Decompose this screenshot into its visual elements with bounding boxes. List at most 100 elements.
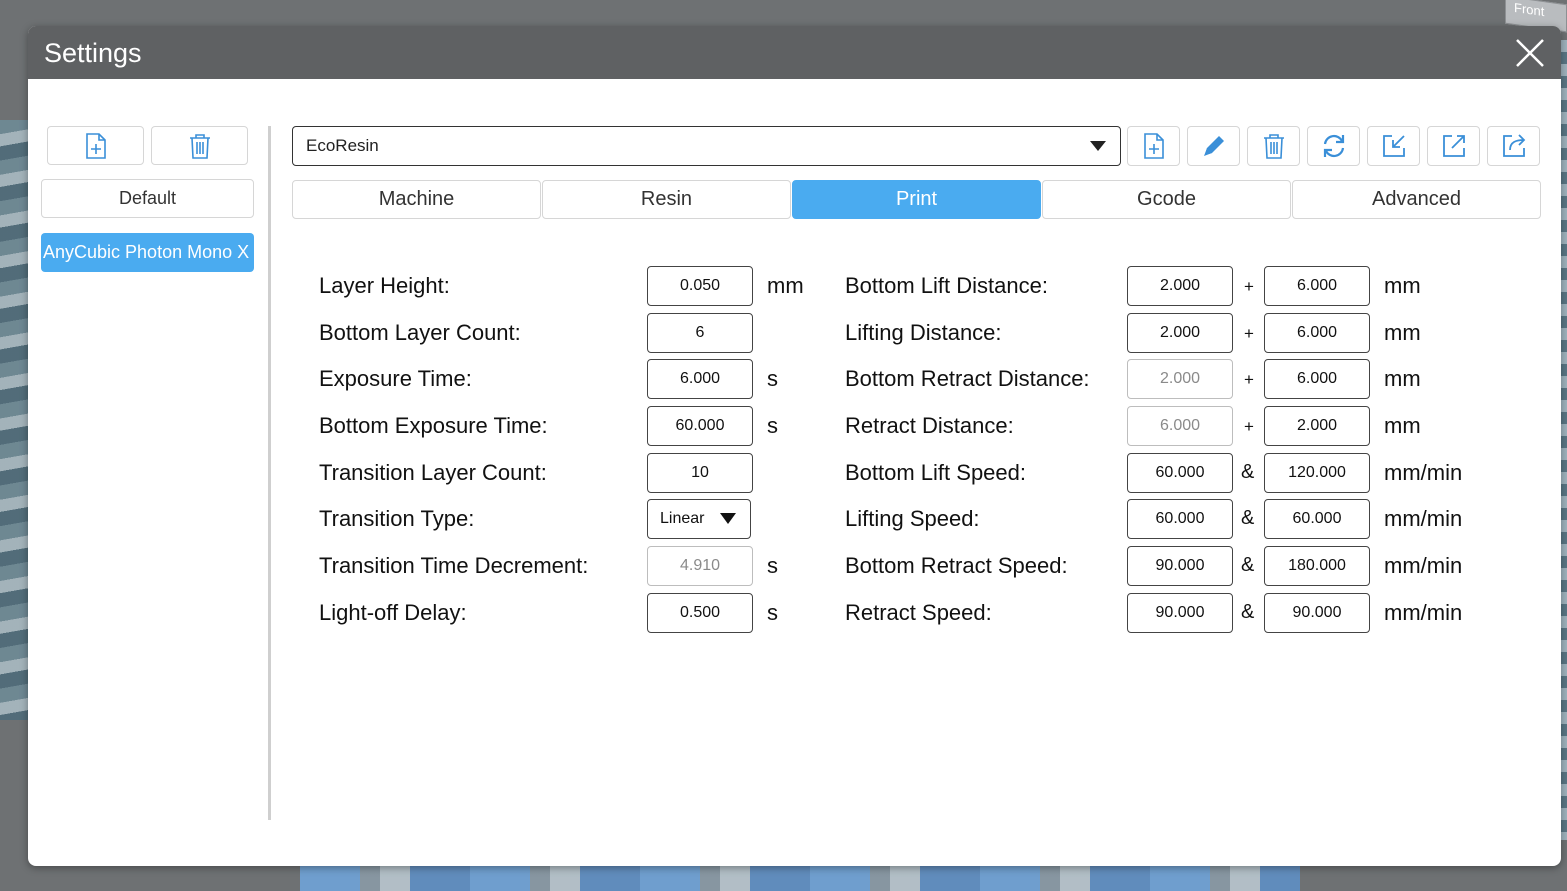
layer-height-label: Layer Height: xyxy=(319,273,450,298)
export-icon xyxy=(1442,135,1465,157)
tab-label: Machine xyxy=(378,188,455,210)
bottom-retract-speed-input-2[interactable]: 180.000 xyxy=(1264,546,1370,586)
bottom-lift-distance-input-1[interactable]: 2.000 xyxy=(1127,266,1233,306)
bottom-lift-speed-label: Bottom Lift Speed: xyxy=(845,460,1026,485)
new-preset-button[interactable] xyxy=(47,126,144,165)
layer-height-input[interactable]: 0.050 xyxy=(647,266,753,306)
dialog-title: Settings xyxy=(44,38,142,68)
retract-distance-input-1: 6.000 xyxy=(1127,406,1233,446)
transition-time-decrement-input: 4.910 xyxy=(647,546,753,586)
export-resin-profile-button[interactable] xyxy=(1427,126,1480,166)
exposure-time-input[interactable]: 6.000 xyxy=(647,359,753,399)
retract-speed-unit: mm/min xyxy=(1384,600,1463,625)
import-resin-profile-button[interactable] xyxy=(1367,126,1420,166)
retract-distance-unit: mm xyxy=(1384,413,1421,438)
plus-separator: + xyxy=(1244,324,1254,343)
close-button[interactable] xyxy=(1513,36,1547,70)
share-icon xyxy=(1502,134,1525,157)
bottom-exposure-time-unit: s xyxy=(767,413,778,438)
lifting-speed-input-2[interactable]: 60.000 xyxy=(1264,499,1370,539)
settings-tabs: Machine Resin Print Gcode Advanced xyxy=(292,180,1541,219)
retract-distance-input-2[interactable]: 2.000 xyxy=(1264,406,1370,446)
new-file-icon xyxy=(85,132,106,159)
bottom-lift-distance-unit: mm xyxy=(1384,273,1421,298)
trash-icon xyxy=(189,133,210,159)
preset-item-label: Default xyxy=(118,188,177,208)
tab-print[interactable]: Print xyxy=(792,180,1041,219)
delete-resin-profile-button[interactable] xyxy=(1247,126,1300,166)
edit-resin-profile-button[interactable] xyxy=(1187,126,1240,166)
lifting-speed-unit: mm/min xyxy=(1384,506,1463,531)
transition-time-decrement-label: Transition Time Decrement: xyxy=(319,553,589,578)
lifting-distance-input-2[interactable]: 6.000 xyxy=(1264,313,1370,353)
plus-separator: + xyxy=(1244,277,1254,296)
bottom-retract-distance-input-2[interactable]: 6.000 xyxy=(1264,359,1370,399)
bottom-retract-speed-unit: mm/min xyxy=(1384,553,1463,578)
panel-divider xyxy=(268,126,271,820)
tab-label: Resin xyxy=(640,188,693,210)
bottom-lift-distance-input-2[interactable]: 6.000 xyxy=(1264,266,1370,306)
layer-height-unit: mm xyxy=(767,273,804,298)
tab-resin[interactable]: Resin xyxy=(542,180,791,219)
transition-layer-count-input[interactable]: 10 xyxy=(647,453,753,493)
new-resin-profile-button[interactable] xyxy=(1127,126,1180,166)
retract-distance-label: Retract Distance: xyxy=(845,413,1014,438)
tab-label: Print xyxy=(895,188,938,210)
exposure-time-unit: s xyxy=(767,366,778,391)
bottom-lift-speed-input-1[interactable]: 60.000 xyxy=(1127,453,1233,493)
close-icon xyxy=(1516,39,1544,67)
refresh-icon xyxy=(1323,134,1344,158)
retract-speed-input-1[interactable]: 90.000 xyxy=(1127,593,1233,633)
retract-speed-input-2[interactable]: 90.000 xyxy=(1264,593,1370,633)
edit-pencil-icon xyxy=(1203,136,1224,156)
bottom-lift-speed-input-2[interactable]: 120.000 xyxy=(1264,453,1370,493)
refresh-resin-profile-button[interactable] xyxy=(1307,126,1360,166)
tab-label: Advanced xyxy=(1372,188,1461,210)
plus-separator: + xyxy=(1244,417,1254,436)
background-model-bottom xyxy=(300,865,1300,891)
bottom-layer-count-input[interactable]: 6 xyxy=(647,313,753,353)
preset-item-default[interactable]: Default xyxy=(41,179,254,218)
bottom-retract-speed-input-1[interactable]: 90.000 xyxy=(1127,546,1233,586)
tab-advanced[interactable]: Advanced xyxy=(1292,180,1541,219)
lifting-speed-input-1[interactable]: 60.000 xyxy=(1127,499,1233,539)
light-off-delay-input[interactable]: 0.500 xyxy=(647,593,753,633)
ampersand-separator: & xyxy=(1241,554,1255,576)
bottom-exposure-time-input[interactable]: 60.000 xyxy=(647,406,753,446)
trash-icon xyxy=(1263,134,1284,159)
settings-dialog: Settings Default AnyCubic Photon Mono X … xyxy=(28,26,1561,866)
transition-time-decrement-unit: s xyxy=(767,553,778,578)
delete-preset-button[interactable] xyxy=(151,126,248,165)
lifting-distance-unit: mm xyxy=(1384,320,1421,345)
ampersand-separator: & xyxy=(1241,507,1255,529)
dropdown-arrow-icon xyxy=(720,513,736,524)
light-off-delay-label: Light-off Delay: xyxy=(319,600,467,625)
bottom-lift-distance-label: Bottom Lift Distance: xyxy=(845,273,1048,298)
dialog-titlebar: Settings xyxy=(28,26,1561,79)
new-file-icon xyxy=(1143,133,1164,159)
bottom-retract-distance-input-1: 2.000 xyxy=(1127,359,1233,399)
exposure-time-label: Exposure Time: xyxy=(319,366,472,391)
preset-item-anycubic-photon-mono-x[interactable]: AnyCubic Photon Mono X xyxy=(41,233,254,272)
tab-label: Gcode xyxy=(1137,188,1196,210)
ampersand-separator: & xyxy=(1241,461,1255,483)
bottom-lift-speed-unit: mm/min xyxy=(1384,460,1463,485)
preset-item-label: AnyCubic Photon Mono X xyxy=(43,242,250,262)
transition-layer-count-label: Transition Layer Count: xyxy=(319,460,547,485)
transition-type-select[interactable]: Linear xyxy=(647,499,751,539)
bottom-retract-distance-unit: mm xyxy=(1384,366,1421,391)
lifting-distance-input-1[interactable]: 2.000 xyxy=(1127,313,1233,353)
import-icon xyxy=(1382,135,1405,157)
resin-profile-select[interactable]: EcoResin xyxy=(292,126,1121,166)
tab-gcode[interactable]: Gcode xyxy=(1042,180,1291,219)
dropdown-arrow-icon xyxy=(1090,141,1106,151)
tab-machine[interactable]: Machine xyxy=(292,180,541,219)
plus-separator: + xyxy=(1244,370,1254,389)
retract-speed-label: Retract Speed: xyxy=(845,600,992,625)
transition-type-value: Linear xyxy=(660,510,705,527)
lifting-speed-label: Lifting Speed: xyxy=(845,506,980,531)
bottom-retract-speed-label: Bottom Retract Speed: xyxy=(845,553,1068,578)
share-resin-profile-button[interactable] xyxy=(1487,126,1540,166)
light-off-delay-unit: s xyxy=(767,600,778,625)
background-model-left xyxy=(0,120,30,720)
